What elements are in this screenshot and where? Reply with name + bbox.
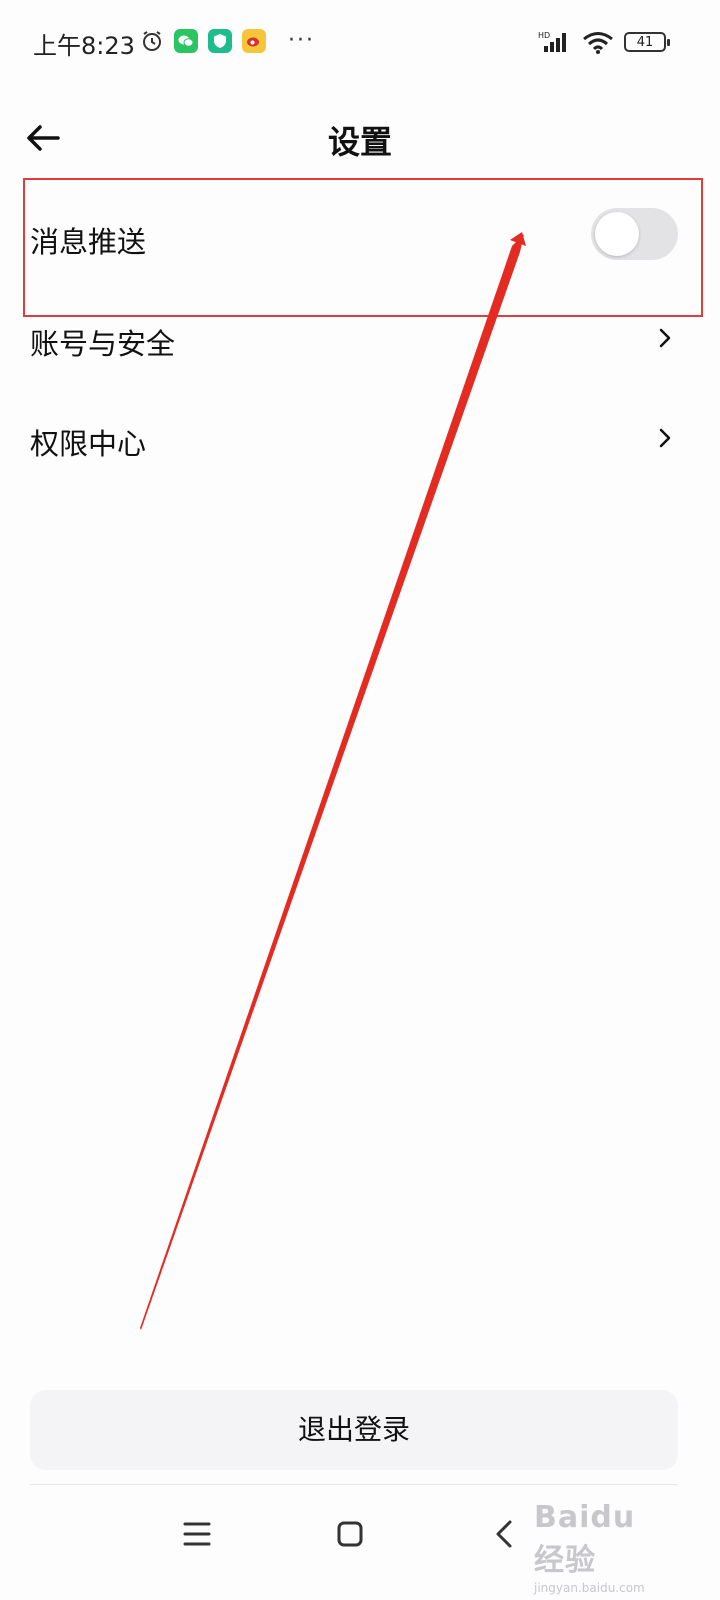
more-notifications-icon: ··· (288, 28, 315, 53)
status-time: 上午8:23 (33, 32, 135, 60)
svg-text:HD: HD (538, 31, 550, 40)
page-title: 设置 (327, 123, 392, 161)
alarm-icon (143, 30, 161, 51)
divider (30, 1484, 678, 1485)
chevron-right-icon (659, 328, 671, 348)
watermark-sub: jingyan.baidu.com (534, 1581, 645, 1595)
home-icon[interactable] (326, 1510, 374, 1558)
menu-icon[interactable] (173, 1510, 221, 1558)
status-system-icons: HD 41 (538, 30, 670, 54)
logout-button[interactable]: 退出登录 (30, 1390, 678, 1470)
shield-icon (208, 28, 232, 53)
baidu-watermark: Baidu经验 jingyan.baidu.com (534, 1500, 666, 1595)
settings-item-permission-center[interactable]: 权限中心 (0, 388, 720, 488)
nav-back-icon[interactable] (480, 1510, 528, 1558)
status-bar: 上午8:23 ··· HD 41 (0, 0, 720, 84)
settings-screen: 上午8:23 ··· HD 41 设置 消息推送 账号与安全 权限中心 退出登录… (0, 0, 720, 1600)
status-notification-icons: ··· (140, 28, 315, 53)
signal-icon: HD (538, 31, 566, 52)
watermark-main: Baidu经验 (534, 1500, 636, 1578)
battery-icon: 41 (624, 32, 670, 52)
annotation-highlight-box (23, 178, 703, 317)
settings-item-label: 账号与安全 (30, 327, 176, 361)
weibo-icon (242, 28, 266, 53)
wechat-icon (174, 28, 198, 53)
chevron-right-icon (659, 428, 671, 448)
wifi-icon (583, 32, 613, 54)
settings-item-label: 权限中心 (30, 427, 147, 461)
page-header: 设置 (0, 100, 720, 176)
